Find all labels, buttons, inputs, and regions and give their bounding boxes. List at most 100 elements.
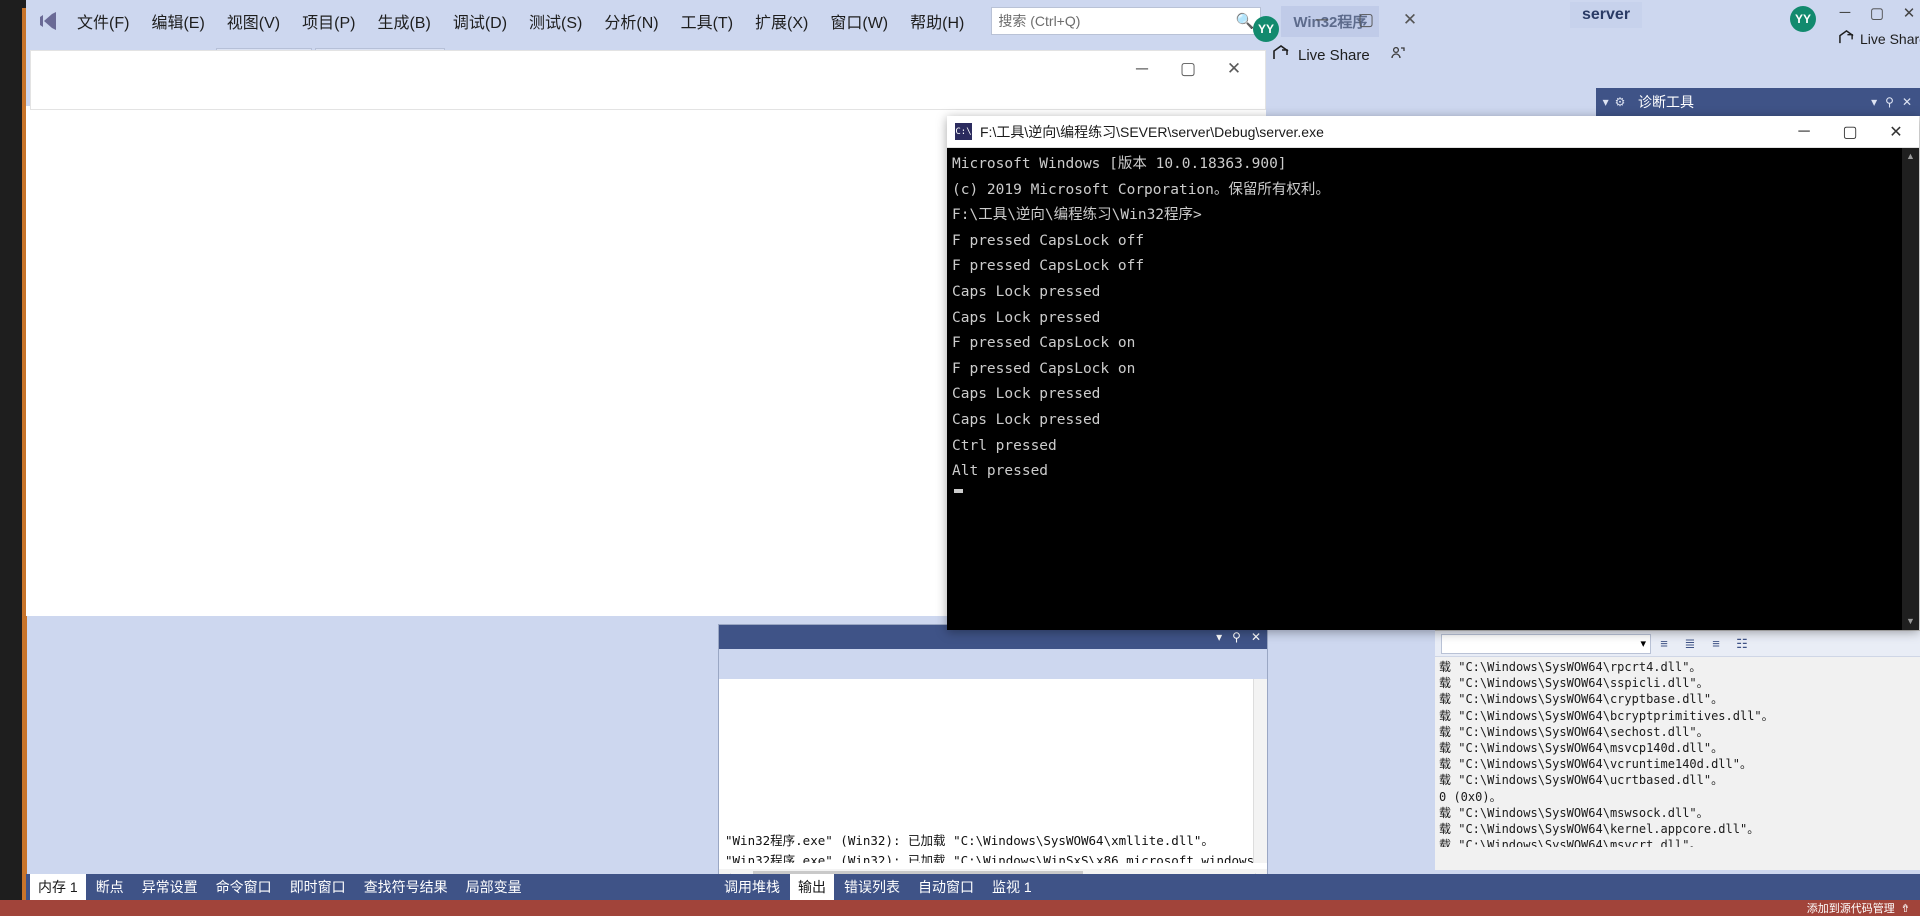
minimize-button[interactable]: ─ — [1300, 10, 1344, 30]
main-window-controls: ─ ▢ ✕ — [1830, 4, 1920, 22]
user-avatar[interactable]: YY — [1253, 16, 1279, 42]
diagnostics-tools-header: 诊断工具 ▾ ⚲ ✕ — [1630, 88, 1920, 116]
output-settings-icon[interactable]: ☷ — [1729, 636, 1755, 652]
close-button[interactable]: ✕ — [1388, 10, 1432, 30]
dll-line: 载 "C:\Windows\SysWOW64\rpcrt4.dll"。 — [1439, 660, 1702, 674]
tab-watch-1-bottom[interactable]: 监视 1 — [984, 874, 1040, 900]
visual-studio-logo-icon — [32, 8, 66, 34]
live-share-button[interactable]: Live Share — [1272, 40, 1432, 70]
output-window-pin-icon[interactable]: ⚲ — [1232, 630, 1241, 644]
menu-item-window[interactable]: 窗口(W) — [819, 5, 899, 37]
console-line: Ctrl pressed — [952, 437, 1057, 454]
dll-output-toolbar: ▾ ≡ ≣ ≡ ☷ — [1435, 631, 1920, 657]
diagnostics-dropdown-area[interactable]: ▾ ⚙ — [1596, 88, 1632, 116]
output-window-body[interactable]: "Win32程序.exe" (Win32): 已加载 "C:\Windows\S… — [719, 679, 1267, 863]
console-line: Caps Lock pressed — [952, 411, 1101, 428]
tab-immediate-window[interactable]: 即时窗口 — [282, 874, 354, 900]
console-output-body[interactable]: Microsoft Windows [版本 10.0.18363.900] (c… — [947, 148, 1919, 630]
output-vertical-scrollbar[interactable] — [1253, 679, 1267, 863]
console-title-bar[interactable]: C:\ F:\工具\逆向\编程练习\SEVER\server\Debug\ser… — [947, 116, 1919, 148]
tab-call-stack[interactable]: 调用堆栈 — [716, 874, 788, 900]
menu-item-project[interactable]: 项目(P) — [291, 5, 366, 37]
menu-item-analyze[interactable]: 分析(N) — [593, 5, 669, 37]
float-minimize-button[interactable]: ─ — [1119, 59, 1165, 79]
dll-output-source-combo[interactable]: ▾ — [1441, 633, 1651, 654]
menu-item-extensions[interactable]: 扩展(X) — [744, 5, 819, 37]
output-tool-window: ▾ ⚲ ✕ "Win32程序.exe" (Win32): 已加载 "C:\Win… — [718, 624, 1268, 898]
dll-line: 载 "C:\Windows\SysWOW64\msvcp140d.dll"。 — [1439, 741, 1724, 756]
live-share-right-button[interactable]: Live Share — [1838, 30, 1920, 48]
dll-line: 载 "C:\Windows\SysWOW64\kernel.appcore.dl… — [1439, 822, 1760, 837]
tab-breakpoints[interactable]: 断点 — [88, 874, 132, 900]
dll-output-body[interactable]: 载 "C:\Windows\SysWOW64\rpcrt4.dll"。 载 "C… — [1435, 657, 1920, 847]
console-line: Microsoft Windows [版本 10.0.18363.900] — [952, 156, 1287, 172]
status-bar-add-icon[interactable]: ⇮ — [1901, 902, 1910, 915]
menu-item-tools[interactable]: 工具(T) — [670, 5, 744, 37]
output-line: "Win32程序.exe" (Win32): 已加载 "C:\Windows\S… — [725, 833, 1214, 848]
output-window-close-icon[interactable]: ✕ — [1251, 630, 1261, 644]
console-window-controls: ─ ▢ ✕ — [1781, 116, 1919, 148]
tab-locals[interactable]: 局部变量 — [458, 874, 530, 900]
share-session-icon[interactable] — [1390, 45, 1406, 65]
tab-output[interactable]: 输出 — [790, 874, 834, 900]
console-scrollbar[interactable]: ▲ ▼ — [1902, 148, 1919, 630]
account-avatar[interactable]: YY — [1790, 6, 1816, 32]
diagnostics-settings-icon[interactable]: ⚙ — [1615, 95, 1626, 109]
float-maximize-button[interactable]: ▢ — [1165, 59, 1211, 79]
diagnostics-menu-icon[interactable]: ▾ — [1871, 95, 1877, 109]
console-window[interactable]: C:\ F:\工具\逆向\编程练习\SEVER\server\Debug\ser… — [947, 116, 1919, 630]
menu-item-help[interactable]: 帮助(H) — [899, 5, 975, 37]
clear-output-icon[interactable]: ≡ — [1651, 636, 1677, 651]
floating-window-controls: ─ ▢ ✕ — [1119, 51, 1257, 87]
console-scroll-up-icon[interactable]: ▲ — [1902, 148, 1919, 165]
main-maximize-button[interactable]: ▢ — [1862, 4, 1892, 22]
float-close-button[interactable]: ✕ — [1211, 59, 1257, 79]
menu-item-debug[interactable]: 调试(D) — [442, 5, 518, 37]
dll-line: 载 "C:\Windows\SysWOW64\sspicli.dll"。 — [1439, 676, 1709, 691]
status-bar-right-text[interactable]: 添加到源代码管理 — [1807, 900, 1895, 916]
dll-line: 载 "C:\Windows\SysWOW64\ucrtbased.dll"。 — [1439, 773, 1724, 788]
search-input[interactable]: 搜索 (Ctrl+Q) 🔍 — [991, 7, 1262, 35]
tab-find-symbol-results[interactable]: 查找符号结果 — [356, 874, 456, 900]
go-to-message-icon[interactable]: ≡ — [1703, 636, 1729, 651]
screen-root: 文件(F) 编辑(E) 视图(V) 项目(P) 生成(B) 调试(D) 测试(S… — [0, 0, 1920, 916]
dll-line: 载 "C:\Windows\SysWOW64\mswsock.dll"。 — [1439, 805, 1709, 820]
menu-item-file[interactable]: 文件(F) — [66, 5, 140, 37]
console-scroll-down-icon[interactable]: ▼ — [1902, 613, 1919, 630]
menu-item-test[interactable]: 测试(S) — [518, 5, 593, 37]
dll-line: 载 "C:\Windows\SysWOW64\bcryptprimitives.… — [1439, 708, 1774, 723]
diagnostics-chevron-icon[interactable]: ▾ — [1603, 95, 1609, 109]
tab-autos[interactable]: 自动窗口 — [910, 874, 982, 900]
menu-item-build[interactable]: 生成(B) — [366, 5, 441, 37]
console-line: F pressed CapsLock on — [952, 360, 1136, 377]
menu-item-view[interactable]: 视图(V) — [216, 5, 291, 37]
menu-item-edit[interactable]: 编辑(E) — [140, 5, 215, 37]
console-maximize-button[interactable]: ▢ — [1827, 122, 1873, 142]
console-line: Caps Lock pressed — [952, 386, 1101, 403]
dll-line: 载 "C:\Windows\SysWOW64\msvcrt.dll"。 — [1439, 838, 1702, 847]
tab-exception-settings[interactable]: 异常设置 — [134, 874, 206, 900]
main-close-button[interactable]: ✕ — [1894, 4, 1920, 22]
tab-command-window[interactable]: 命令窗口 — [208, 874, 280, 900]
maximize-button[interactable]: ▢ — [1344, 10, 1388, 30]
console-line: Caps Lock pressed — [952, 283, 1101, 300]
float-window-controls: ─ ▢ ✕ — [1300, 10, 1440, 30]
dll-line: 载 "C:\Windows\SysWOW64\vcruntime140d.dll… — [1439, 757, 1752, 772]
console-line: Caps Lock pressed — [952, 309, 1101, 326]
live-share-label: Live Share — [1298, 46, 1370, 64]
console-line: F:\工具\逆向\编程练习\Win32程序> — [952, 207, 1202, 224]
console-line: Alt pressed — [952, 463, 1049, 480]
console-line: F pressed CapsLock off — [952, 258, 1145, 275]
console-close-button[interactable]: ✕ — [1873, 122, 1919, 142]
toggle-wordwrap-icon[interactable]: ≣ — [1677, 636, 1703, 652]
live-share-right-icon — [1838, 30, 1855, 48]
diagnostics-pin-icon[interactable]: ⚲ — [1885, 95, 1894, 109]
diagnostics-close-icon[interactable]: ✕ — [1902, 95, 1912, 109]
tab-error-list[interactable]: 错误列表 — [836, 874, 908, 900]
tab-memory-1[interactable]: 内存 1 — [30, 874, 86, 900]
server-title-chip: server — [1570, 2, 1643, 28]
console-minimize-button[interactable]: ─ — [1781, 123, 1827, 141]
output-window-dropdown-icon[interactable]: ▾ — [1216, 630, 1222, 644]
dll-line: 0 (0x0)。 — [1439, 789, 1502, 804]
main-minimize-button[interactable]: ─ — [1830, 4, 1860, 22]
